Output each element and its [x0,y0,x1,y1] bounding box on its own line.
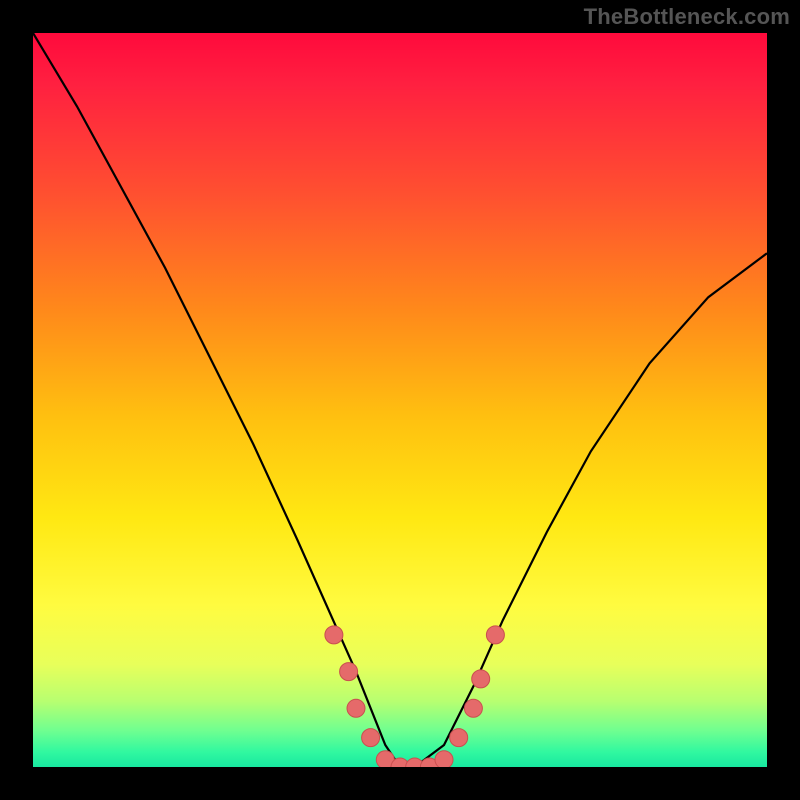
marker-point [340,663,358,681]
marker-point [347,699,365,717]
marker-point [450,729,468,747]
marker-point [325,626,343,644]
marker-point [464,699,482,717]
plot-area [33,33,767,767]
chart-frame: TheBottleneck.com [0,0,800,800]
watermark-text: TheBottleneck.com [584,4,790,30]
marker-point [472,670,490,688]
marker-point [362,729,380,747]
marker-group [325,626,505,767]
marker-point [486,626,504,644]
chart-svg [33,33,767,767]
marker-point [435,751,453,767]
bottleneck-curve [33,33,767,767]
